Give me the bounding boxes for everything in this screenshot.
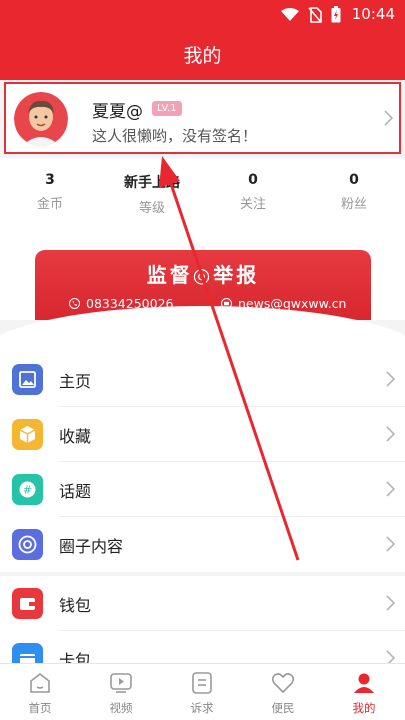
stat-label: 关注 bbox=[239, 197, 266, 212]
wallet-icon bbox=[12, 588, 43, 619]
menu-item-wallet[interactable]: 钱包 bbox=[0, 576, 405, 631]
tab-label: 我的 bbox=[352, 701, 376, 715]
tab-label: 诉求 bbox=[190, 701, 214, 715]
circle-icon bbox=[12, 529, 43, 560]
menu-item-label: 主页 bbox=[59, 372, 92, 391]
stat-label: 粉丝 bbox=[340, 197, 367, 212]
menu-item-label: 钱包 bbox=[59, 596, 92, 615]
stat-following[interactable]: 0 关注 bbox=[203, 172, 303, 212]
svg-text:#: # bbox=[23, 484, 32, 497]
stat-fans[interactable]: 0 粉丝 bbox=[304, 172, 404, 212]
stat-value: 3 bbox=[45, 172, 55, 188]
profile-card[interactable]: 夏夏@ LV.1 这人很懒哟，没有签名！ bbox=[4, 82, 401, 154]
bottom-tab-bar: 首页 视频 诉求 便民 我的 bbox=[0, 663, 405, 720]
phone-icon bbox=[69, 298, 80, 309]
page-title: 我的 bbox=[183, 45, 222, 67]
signature: 这人很懒哟，没有签名！ bbox=[92, 127, 258, 145]
menu-item-topics[interactable]: # 话题 bbox=[0, 462, 405, 517]
box-icon bbox=[12, 419, 43, 450]
status-bar: 10:44 bbox=[0, 0, 405, 28]
clock: 10:44 bbox=[351, 5, 395, 23]
tab-home[interactable]: 首页 bbox=[10, 672, 70, 716]
chevron-right-icon bbox=[386, 371, 395, 387]
tab-request[interactable]: 诉求 bbox=[172, 672, 232, 716]
chevron-right-icon bbox=[386, 536, 395, 552]
banner-title: 监督◎举报 bbox=[146, 263, 260, 287]
chevron-right-icon bbox=[386, 595, 395, 611]
chevron-right-icon bbox=[384, 110, 393, 126]
stat-value: 新手上路 bbox=[124, 175, 180, 191]
menu-item-home[interactable]: 主页 bbox=[0, 352, 405, 407]
chevron-right-icon bbox=[386, 426, 395, 442]
nickname: 夏夏@ bbox=[92, 102, 143, 122]
stats-row: 3 金币 新手上路 等级 0 关注 0 粉丝 bbox=[0, 158, 405, 220]
stat-level[interactable]: 新手上路 等级 bbox=[102, 172, 202, 216]
stat-value: 0 bbox=[248, 172, 258, 188]
tab-label: 视频 bbox=[109, 701, 133, 715]
stat-label: 金币 bbox=[36, 197, 63, 212]
tab-label: 首页 bbox=[28, 701, 52, 715]
tab-video[interactable]: 视频 bbox=[91, 672, 151, 716]
video-icon bbox=[110, 673, 132, 693]
header: 我的 bbox=[0, 28, 405, 80]
wifi-icon bbox=[281, 7, 299, 21]
stat-coins[interactable]: 3 金币 bbox=[0, 172, 100, 212]
image-icon bbox=[12, 364, 43, 395]
menu-group-1: 主页 收藏 # 话题 圈子内容 bbox=[0, 352, 405, 572]
avatar[interactable] bbox=[14, 92, 68, 146]
request-icon bbox=[192, 672, 212, 694]
app-screen: { "statusbar": { "time": "10:44" }, "hea… bbox=[0, 0, 405, 720]
menu-item-circle-content[interactable]: 圈子内容 bbox=[0, 517, 405, 572]
battery-charging-icon bbox=[331, 6, 341, 23]
level-badge: LV.1 bbox=[152, 101, 182, 116]
tab-convenience[interactable]: 便民 bbox=[253, 672, 313, 716]
stat-label: 等级 bbox=[138, 201, 165, 216]
tab-mine[interactable]: 我的 bbox=[334, 672, 394, 716]
menu-item-label: 话题 bbox=[59, 482, 92, 501]
menu-item-favorites[interactable]: 收藏 bbox=[0, 407, 405, 462]
home-icon bbox=[30, 672, 50, 693]
menu-item-label: 收藏 bbox=[59, 427, 92, 446]
hashtag-icon: # bbox=[12, 474, 43, 505]
no-sim-icon bbox=[308, 6, 322, 23]
user-icon bbox=[354, 673, 374, 693]
chevron-right-icon bbox=[386, 481, 395, 497]
tab-label: 便民 bbox=[271, 701, 295, 715]
menu-item-label: 圈子内容 bbox=[59, 537, 124, 556]
stat-value: 0 bbox=[349, 172, 359, 188]
heart-icon bbox=[271, 673, 295, 694]
